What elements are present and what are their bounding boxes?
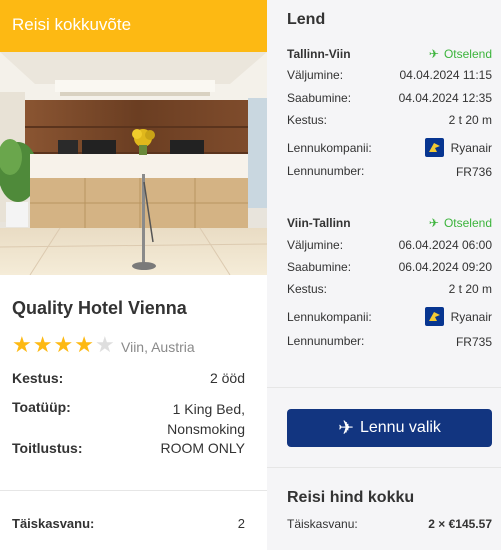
hotel-rating: ★ ★ ★ ★ ★ [12, 334, 115, 356]
airline: Ryanair [424, 138, 492, 157]
trip-summary-panel: Reisi kokkuvõte Quality Hotel Vienna ★ ★… [0, 0, 267, 550]
select-flight-button[interactable]: ✈ Lennu valik [287, 409, 492, 447]
flight-number-row: Lennunumber: FR735 [287, 334, 492, 349]
travellers-value: 2 [237, 516, 245, 531]
detail-label: Toitlustus: [12, 440, 83, 456]
price-value: 2 × €145.57 [428, 517, 492, 531]
direct-flight-badge: ✈ Otselend [428, 47, 492, 61]
plane-icon: ✈ [428, 216, 439, 230]
flight-number-row: Lennunumber: FR736 [287, 164, 492, 179]
detail-label: Kestus: [12, 370, 64, 386]
flight-route: Tallinn-Viin [287, 47, 351, 61]
detail-label: Toatüüp: [12, 399, 71, 415]
trip-summary-title: Reisi kokkuvõte [12, 15, 132, 34]
airline: Ryanair [424, 307, 492, 326]
flight-leg-outbound-header: Tallinn-Viin ✈ Otselend [287, 47, 492, 61]
star-icon: ★ [53, 332, 74, 357]
direct-flight-badge: ✈ Otselend [428, 216, 492, 230]
flight-leg-return-header: Viin-Tallinn ✈ Otselend [287, 216, 492, 230]
flight-departure-row: Väljumine: 04.04.2024 11:15 [287, 68, 492, 82]
plane-icon: ✈ [338, 417, 354, 439]
flight-duration-row: Kestus: 2 t 20 m [287, 282, 492, 296]
star-icon: ★ [74, 332, 94, 357]
flight-departure-row: Väljumine: 06.04.2024 06:00 [287, 238, 492, 252]
hotel-lobby-image [0, 52, 267, 275]
detail-value: 2 ööd [209, 370, 245, 386]
flight-airline-row: Lennukompanii: Ryanair [287, 307, 492, 326]
flight-panel: Lend Tallinn-Viin ✈ Otselend Väljumine: … [267, 0, 501, 550]
hotel-name: Quality Hotel Vienna [12, 298, 187, 318]
star-empty-icon: ★ [94, 332, 115, 357]
divider [0, 490, 267, 491]
flight-airline-row: Lennukompanii: Ryanair [287, 138, 492, 157]
star-icon: ★ [12, 332, 32, 357]
trip-summary-header: Reisi kokkuvõte [0, 0, 267, 52]
hotel-photo [0, 52, 267, 275]
hotel-detail-duration: Kestus: 2 ööd [12, 370, 245, 386]
flight-arrival-row: Saabumine: 06.04.2024 09:20 [287, 260, 492, 274]
ryanair-logo-icon [424, 138, 444, 157]
total-price-title: Reisi hind kokku [287, 489, 415, 506]
flight-section-title: Lend [287, 11, 326, 28]
hotel-location: Viin, Austria [121, 339, 195, 355]
detail-value: ROOM ONLY [160, 440, 245, 456]
travellers-label: Täiskasvanu: [12, 516, 95, 531]
star-icon: ★ [32, 332, 53, 357]
total-price-row: Täiskasvanu: 2 × €145.57 [287, 517, 492, 531]
travellers-row: Täiskasvanu: 2 [12, 516, 245, 531]
plane-icon: ✈ [428, 47, 439, 61]
ryanair-logo-icon [424, 307, 444, 326]
flight-arrival-row: Saabumine: 04.04.2024 12:35 [287, 91, 492, 105]
divider [267, 387, 501, 388]
detail-value: 1 King Bed, Nonsmoking [167, 401, 245, 437]
flight-route: Viin-Tallinn [287, 216, 351, 230]
divider [267, 467, 501, 468]
hotel-detail-board: Toitlustus: ROOM ONLY [12, 440, 245, 456]
flight-duration-row: Kestus: 2 t 20 m [287, 113, 492, 127]
hotel-detail-room-type: Toatüüp: 1 King Bed, Nonsmoking [12, 399, 245, 439]
price-label: Täiskasvanu: [287, 517, 358, 531]
